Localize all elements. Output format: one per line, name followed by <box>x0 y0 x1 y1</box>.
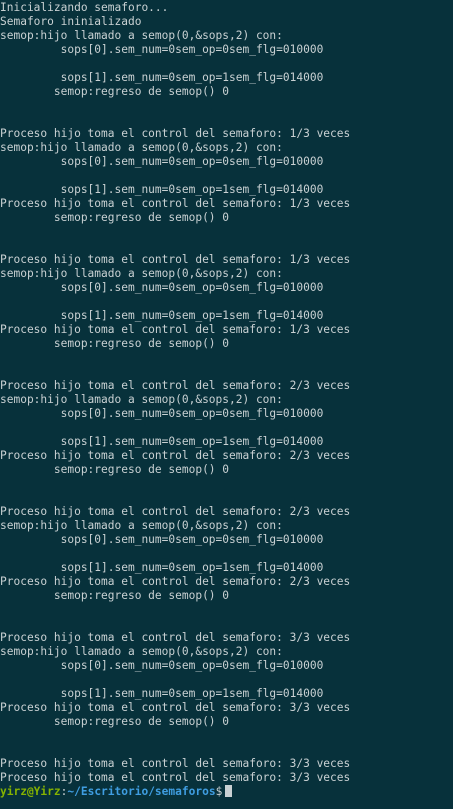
output-line: semop:regreso de semop() 0 <box>0 589 230 602</box>
output-line: sops[1].sem_num=0sem_op=1sem_flg=014000 <box>0 71 324 84</box>
output-line: semop:hijo llamado a semop(0,&sops,2) co… <box>0 29 283 42</box>
text-cursor <box>225 785 233 797</box>
output-line: Proceso hijo toma el control del semafor… <box>0 505 351 518</box>
output-line: sops[1].sem_num=0sem_op=1sem_flg=014000 <box>0 687 324 700</box>
output-line: semop:hijo llamado a semop(0,&sops,2) co… <box>0 519 283 532</box>
output-line: Proceso hijo toma el control del semafor… <box>0 449 351 462</box>
output-line: sops[0].sem_num=0sem_op=0sem_flg=010000 <box>0 533 324 546</box>
prompt-path: ~/Escritorio/semaforos <box>67 785 216 798</box>
terminal-window[interactable]: Inicializando semaforo... Semaforo ininia… <box>0 0 453 809</box>
terminal-output: Inicializando semaforo... Semaforo ininia… <box>0 1 453 785</box>
output-line: semop:hijo llamado a semop(0,&sops,2) co… <box>0 645 283 658</box>
output-line: semop:hijo llamado a semop(0,&sops,2) co… <box>0 267 283 280</box>
output-line: sops[1].sem_num=0sem_op=1sem_flg=014000 <box>0 435 324 448</box>
output-line: semop:regreso de semop() 0 <box>0 463 230 476</box>
output-line: semop:hijo llamado a semop(0,&sops,2) co… <box>0 141 283 154</box>
output-line: sops[0].sem_num=0sem_op=0sem_flg=010000 <box>0 155 324 168</box>
output-line: Proceso hijo toma el control del semafor… <box>0 631 351 644</box>
output-line: sops[0].sem_num=0sem_op=0sem_flg=010000 <box>0 43 324 56</box>
output-line: Proceso hijo toma el control del semafor… <box>0 757 351 770</box>
output-line: sops[1].sem_num=0sem_op=1sem_flg=014000 <box>0 183 324 196</box>
output-line: Proceso hijo toma el control del semafor… <box>0 197 351 210</box>
output-line: Proceso hijo toma el control del semafor… <box>0 771 351 784</box>
output-line: sops[1].sem_num=0sem_op=1sem_flg=014000 <box>0 309 324 322</box>
prompt-symbol: $ <box>215 785 223 798</box>
output-line: Proceso hijo toma el control del semafor… <box>0 253 351 266</box>
output-line: Proceso hijo toma el control del semafor… <box>0 379 351 392</box>
output-line: sops[0].sem_num=0sem_op=0sem_flg=010000 <box>0 281 324 294</box>
output-line: sops[0].sem_num=0sem_op=0sem_flg=010000 <box>0 407 324 420</box>
output-line: sops[0].sem_num=0sem_op=0sem_flg=010000 <box>0 659 324 672</box>
output-line: Semaforo ininializado <box>0 15 142 28</box>
output-line: semop:regreso de semop() 0 <box>0 85 230 98</box>
output-line: semop:hijo llamado a semop(0,&sops,2) co… <box>0 393 283 406</box>
output-line: semop:regreso de semop() 0 <box>0 337 230 350</box>
output-line: Proceso hijo toma el control del semafor… <box>0 701 351 714</box>
output-line: semop:regreso de semop() 0 <box>0 211 230 224</box>
output-line: Proceso hijo toma el control del semafor… <box>0 575 351 588</box>
output-line: sops[1].sem_num=0sem_op=1sem_flg=014000 <box>0 561 324 574</box>
output-line: semop:regreso de semop() 0 <box>0 715 230 728</box>
prompt-line[interactable]: yirz@Yirz:~/Escritorio/semaforos$ <box>0 785 453 799</box>
output-line: Proceso hijo toma el control del semafor… <box>0 127 351 140</box>
prompt-user-host: yirz@Yirz <box>0 785 61 798</box>
output-line: Proceso hijo toma el control del semafor… <box>0 323 351 336</box>
output-line: Inicializando semaforo... <box>0 1 169 14</box>
